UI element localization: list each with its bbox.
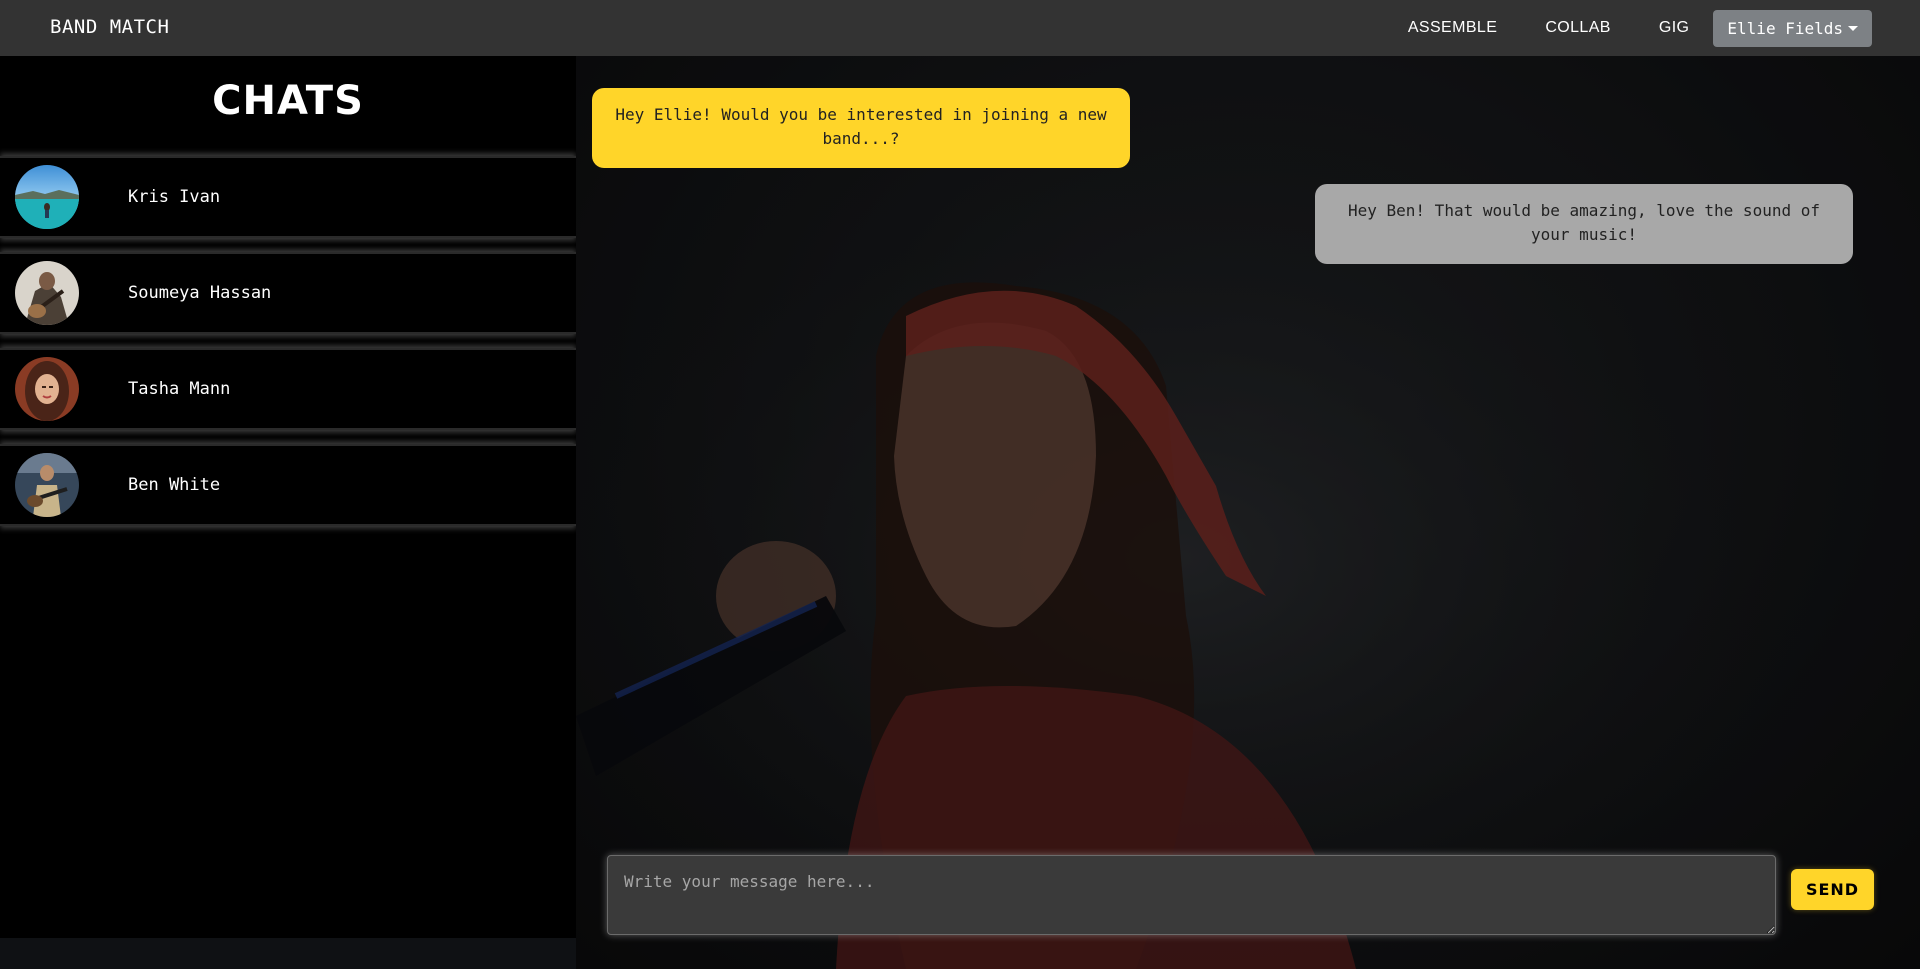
user-name: Ellie Fields <box>1727 18 1843 38</box>
chat-item-kris-ivan[interactable]: Kris Ivan <box>0 156 576 238</box>
avatar <box>15 453 79 517</box>
brand-logo[interactable]: BAND MATCH <box>50 16 169 38</box>
nav-link-assemble[interactable]: ASSEMBLE <box>1408 19 1497 37</box>
avatar <box>15 165 79 229</box>
sidebar-footer-strip <box>0 938 576 969</box>
chat-sidebar: CHATS Kris Ivan Soumeya Hassan Tasha Man… <box>0 56 576 938</box>
chat-name: Ben White <box>128 475 221 495</box>
nav-link-gig[interactable]: GIG <box>1659 19 1690 37</box>
beach-swimmer-avatar-icon <box>15 165 79 229</box>
top-navbar: BAND MATCH ASSEMBLE COLLAB GIG Ellie Fie… <box>0 0 1920 56</box>
caret-down-icon <box>1848 25 1858 31</box>
nav-links: ASSEMBLE COLLAB GIG Ellie Fields <box>1408 0 1872 56</box>
chats-title: CHATS <box>212 78 364 124</box>
message-input[interactable] <box>607 855 1776 935</box>
message-outgoing: Hey Ben! That would be amazing, love the… <box>1315 184 1853 264</box>
send-button[interactable]: SEND <box>1791 869 1874 910</box>
chat-name: Kris Ivan <box>128 187 221 207</box>
chat-item-soumeya-hassan[interactable]: Soumeya Hassan <box>0 252 576 334</box>
nav-link-collab[interactable]: COLLAB <box>1545 19 1611 37</box>
chat-name: Soumeya Hassan <box>128 283 272 303</box>
woman-portrait-avatar-icon <box>15 357 79 421</box>
message-incoming: Hey Ellie! Would you be interested in jo… <box>592 88 1130 168</box>
guitarist-avatar-icon <box>15 261 79 325</box>
chat-item-ben-white[interactable]: Ben White <box>0 444 576 526</box>
chat-item-tasha-mann[interactable]: Tasha Mann <box>0 348 576 430</box>
bassist-avatar-icon <box>15 453 79 517</box>
avatar <box>15 357 79 421</box>
user-menu-button[interactable]: Ellie Fields <box>1713 9 1872 47</box>
chat-window: Hey Ellie! Would you be interested in jo… <box>576 56 1920 969</box>
avatar <box>15 261 79 325</box>
chat-name: Tasha Mann <box>128 379 231 399</box>
